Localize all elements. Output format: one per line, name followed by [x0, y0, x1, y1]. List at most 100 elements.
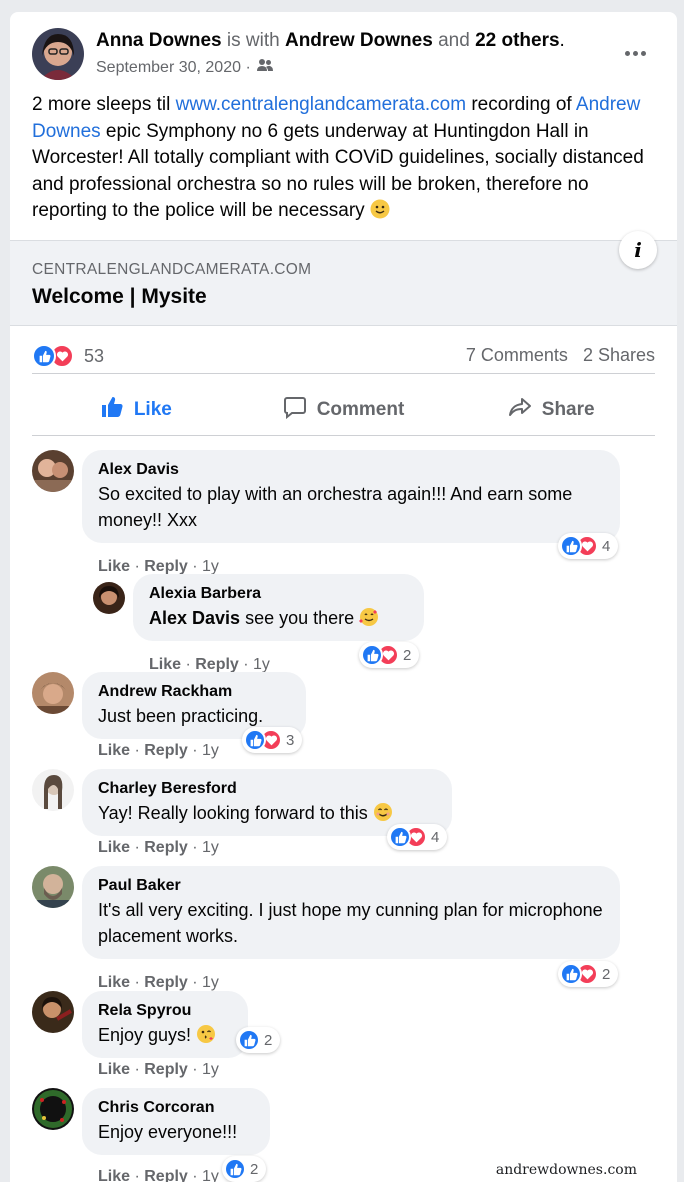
commenter-name[interactable]: Paul Baker [98, 875, 604, 897]
comment-text-line: Alex Davis see you there [149, 605, 408, 631]
post-text-part: recording of [466, 94, 576, 115]
comment-bubble: Alex Davis So excited to play with an or… [82, 450, 620, 543]
reaction-count: 2 [250, 1160, 259, 1178]
shares-count[interactable]: 2 Shares [583, 345, 655, 365]
reaction-summary[interactable]: 53 [32, 344, 104, 368]
comment-like-link[interactable]: Like [98, 839, 130, 856]
comment-reply-link[interactable]: Reply [144, 839, 188, 856]
comment-time[interactable]: 1y [202, 1061, 219, 1078]
avatar[interactable] [32, 991, 74, 1033]
comment-reactions[interactable]: 4 [387, 824, 448, 850]
like-reaction-icon [560, 535, 582, 557]
share-label: Share [541, 398, 595, 420]
comment-label: Comment [316, 398, 405, 420]
avatar[interactable] [32, 1088, 74, 1130]
comment-like-link[interactable]: Like [98, 558, 130, 575]
avatar[interactable] [32, 769, 74, 811]
like-reaction-icon [238, 1029, 260, 1051]
smiling-face-emoji-icon [373, 802, 393, 822]
kissing-face-emoji-icon [196, 1024, 216, 1044]
author-line: Anna Downes is with Andrew Downes and 22… [96, 30, 565, 52]
avatar[interactable] [93, 582, 125, 614]
comment-reactions[interactable]: 2 [359, 642, 420, 668]
comment-text: Just been practicing. [98, 706, 264, 726]
and-text: and [438, 30, 470, 51]
commenter-name[interactable]: Charley Beresford [98, 778, 436, 800]
like-button[interactable]: Like [32, 384, 240, 435]
commenter-name[interactable]: Rela Spyrou [98, 1000, 232, 1022]
comment-text: It's all very exciting. I just hope my c… [98, 900, 603, 946]
tagged-name[interactable]: Andrew Downes [285, 30, 433, 51]
comment-time[interactable]: 1y [202, 974, 219, 991]
author-name[interactable]: Anna Downes [96, 30, 222, 51]
comment-reply-link[interactable]: Reply [144, 974, 188, 991]
comment-text: Yay! Really looking forward to this [98, 803, 373, 823]
friends-icon [256, 58, 273, 77]
comment-like-link[interactable]: Like [98, 1061, 130, 1078]
comment-meta: Like · Reply · 1y [98, 1061, 219, 1078]
comment-like-link[interactable]: Like [149, 656, 181, 673]
more-options-button[interactable] [619, 42, 651, 64]
comment-time[interactable]: 1y [202, 742, 219, 759]
website-link[interactable]: www.centralenglandcamerata.com [176, 94, 466, 115]
avatar[interactable] [32, 866, 74, 908]
reaction-count: 2 [264, 1031, 273, 1049]
comment: Alex Davis So excited to play with an or… [32, 450, 662, 575]
comment-bubble: Chris Corcoran Enjoy everyone!!! [82, 1088, 270, 1155]
mention-link[interactable]: Alex Davis [149, 608, 240, 628]
post-stats: 53 7 Comments 2 Shares [32, 340, 655, 374]
comment: Rela Spyrou Enjoy guys! 2 Like · Reply ·… [32, 991, 662, 1091]
comment-like-link[interactable]: Like [98, 974, 130, 991]
reaction-count: 2 [602, 965, 611, 983]
comment-bubble: Rela Spyrou Enjoy guys! [82, 991, 248, 1058]
share-button[interactable]: Share [447, 384, 655, 435]
commenter-name[interactable]: Alex Davis [98, 459, 604, 481]
comment-like-link[interactable]: Like [98, 742, 130, 759]
info-button[interactable]: i [619, 231, 657, 269]
comment-reply-link[interactable]: Reply [144, 1168, 188, 1182]
comments-count[interactable]: 7 Comments [466, 345, 568, 365]
post-header: Anna Downes is with Andrew Downes and 22… [32, 28, 655, 84]
comment-time[interactable]: 1y [202, 839, 219, 856]
reaction-count: 53 [84, 345, 105, 366]
comment-time[interactable]: 1y [202, 1168, 219, 1182]
reaction-count: 4 [602, 537, 611, 555]
avatar[interactable] [32, 672, 74, 714]
like-reaction-icon [224, 1158, 246, 1180]
commenter-name[interactable]: Andrew Rackham [98, 681, 290, 703]
comment-reply-link[interactable]: Reply [144, 1061, 188, 1078]
link-title[interactable]: Welcome | Mysite [32, 285, 207, 309]
commenter-name[interactable]: Alexia Barbera [149, 583, 408, 605]
comment-time[interactable]: 1y [253, 656, 270, 673]
comment-reply-link[interactable]: Reply [144, 742, 188, 759]
comment-reactions[interactable]: 2 [236, 1027, 281, 1053]
comment-text: So excited to play with an orchestra aga… [98, 484, 573, 530]
comment-reply-link[interactable]: Reply [195, 656, 239, 673]
reaction-count: 3 [286, 731, 295, 749]
commenter-name[interactable]: Chris Corcoran [98, 1097, 254, 1119]
comment-text: see you there [240, 608, 360, 628]
post-card: Anna Downes is with Andrew Downes and 22… [10, 12, 677, 1182]
period: . [559, 30, 565, 51]
link-preview[interactable]: i CENTRALENGLANDCAMERATA.COM Welcome | M… [10, 231, 677, 326]
comment-meta: Like · Reply · 1y [98, 742, 219, 759]
author-avatar[interactable] [32, 28, 84, 80]
stats-right: 7 Comments 2 Shares [466, 345, 655, 366]
comment-reactions[interactable]: 3 [242, 727, 303, 753]
comment-button[interactable]: Comment [240, 384, 448, 435]
post-date[interactable]: September 30, 2020 · [96, 59, 251, 77]
comment-reactions[interactable]: 2 [558, 961, 619, 987]
like-reaction-icon [560, 963, 582, 985]
like-reaction-icon [361, 644, 383, 666]
smile-emoji-icon [370, 199, 390, 219]
others-link[interactable]: 22 others [475, 30, 559, 51]
comment-reactions[interactable]: 4 [558, 533, 619, 559]
comment-reactions[interactable]: 2 [222, 1156, 267, 1182]
like-reaction-icon [389, 826, 411, 848]
avatar[interactable] [32, 450, 74, 492]
comment-reply-link[interactable]: Reply [144, 558, 188, 575]
post-text-part: epic Symphony no 6 gets underway at Hunt… [32, 120, 644, 222]
comment-text: Enjoy guys! [98, 1025, 197, 1045]
comment-time[interactable]: 1y [202, 558, 219, 575]
comment-like-link[interactable]: Like [98, 1168, 130, 1182]
